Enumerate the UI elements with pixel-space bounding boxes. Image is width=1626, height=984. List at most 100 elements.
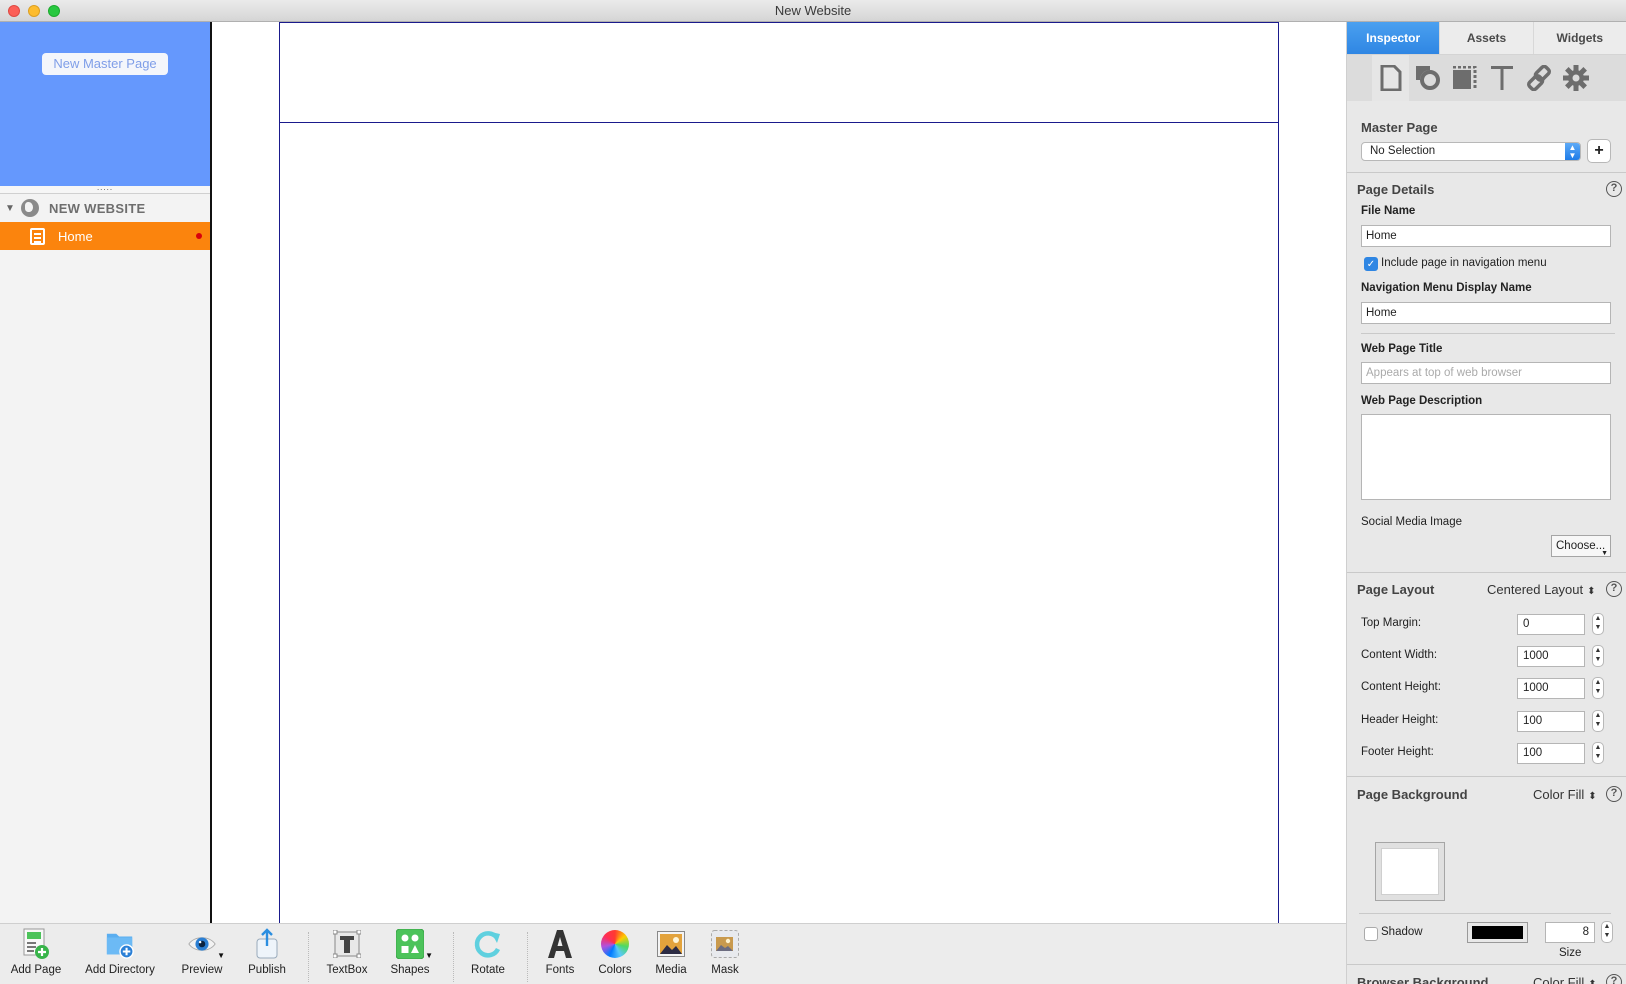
tab-widgets[interactable]: Widgets bbox=[1534, 22, 1626, 54]
sidebar-splitter-handle[interactable]: ..... bbox=[0, 184, 210, 194]
add-directory-icon bbox=[105, 928, 135, 960]
content-width-label: Content Width: bbox=[1361, 649, 1438, 661]
top-margin-input[interactable]: 0 bbox=[1517, 614, 1585, 635]
shadow-color-swatch bbox=[1472, 926, 1523, 939]
rotate-label: Rotate bbox=[471, 964, 505, 976]
add-page-button[interactable]: Add Page bbox=[0, 928, 81, 976]
site-sidebar: New Master Page ..... ▼ NEW WEBSITE Home bbox=[0, 22, 212, 923]
footer-height-label: Footer Height: bbox=[1361, 746, 1434, 758]
inspector-panel: Inspector Assets Widgets Master Page No … bbox=[1346, 22, 1626, 984]
page-background-mode-select[interactable]: Color Fill ⬍ bbox=[1533, 787, 1597, 802]
page-icon bbox=[30, 227, 45, 245]
mask-button[interactable]: Mask bbox=[680, 928, 770, 976]
master-page-select[interactable]: No Selection ▲ ▼ bbox=[1361, 142, 1581, 161]
gear-icon bbox=[1562, 65, 1589, 91]
updown-arrows-icon: ▲ ▼ bbox=[1565, 143, 1580, 160]
content-height-input[interactable]: 1000 bbox=[1517, 678, 1585, 699]
footer-height-stepper[interactable]: ▲ ▼ bbox=[1592, 742, 1604, 764]
page-canvas[interactable] bbox=[212, 22, 1346, 942]
page-icon bbox=[1380, 65, 1401, 91]
divider bbox=[1359, 913, 1611, 914]
header-boundary-line[interactable] bbox=[280, 122, 1278, 123]
browser-background-help-icon[interactable]: ? bbox=[1606, 974, 1622, 984]
page-background-help-icon[interactable]: ? bbox=[1606, 786, 1622, 802]
top-margin-label: Top Margin: bbox=[1361, 617, 1422, 629]
subtab-layout[interactable] bbox=[1446, 55, 1483, 101]
content-width-stepper[interactable]: ▲ ▼ bbox=[1592, 645, 1604, 667]
link-icon bbox=[1526, 65, 1551, 91]
sidebar-page-home[interactable]: Home bbox=[0, 222, 210, 250]
web-title-input[interactable] bbox=[1361, 362, 1611, 384]
add-master-page-button[interactable]: + bbox=[1587, 139, 1611, 163]
tab-assets[interactable]: Assets bbox=[1440, 22, 1534, 54]
file-name-label: File Name bbox=[1361, 205, 1416, 217]
content-height-stepper[interactable]: ▲ ▼ bbox=[1592, 677, 1604, 699]
header-height-label: Header Height: bbox=[1361, 714, 1439, 726]
updown-arrows-icon: ⬍ bbox=[1588, 979, 1596, 984]
include-nav-checkbox[interactable]: ✓ bbox=[1364, 257, 1378, 271]
site-tree-root[interactable]: ▼ NEW WEBSITE bbox=[0, 194, 210, 222]
shadow-label: Shadow bbox=[1381, 926, 1423, 938]
inspector-subtabs bbox=[1347, 55, 1626, 101]
unsaved-indicator-icon bbox=[196, 233, 202, 239]
page-layout-title: Page Layout bbox=[1357, 582, 1435, 597]
header-height-input[interactable]: 100 bbox=[1517, 711, 1585, 732]
nav-name-label: Navigation Menu Display Name bbox=[1361, 282, 1532, 294]
eye-icon: ▼ bbox=[187, 928, 225, 960]
browser-background-mode-select[interactable]: Color Fill⬍ bbox=[1533, 975, 1597, 984]
publish-button[interactable]: Publish bbox=[222, 928, 312, 976]
shapes-button[interactable]: ▼ Shapes bbox=[365, 928, 455, 976]
textbox-icon bbox=[332, 928, 362, 960]
bottom-toolbar: Add Page Add Directory ▼ Preview Publish… bbox=[0, 923, 1346, 984]
text-icon bbox=[1490, 66, 1513, 90]
content-width-input[interactable]: 1000 bbox=[1517, 646, 1585, 667]
web-desc-label: Web Page Description bbox=[1361, 395, 1483, 407]
shape-icon bbox=[1415, 66, 1440, 90]
publish-label: Publish bbox=[248, 964, 286, 976]
header-height-stepper[interactable]: ▲ ▼ bbox=[1592, 710, 1604, 732]
nav-name-input[interactable] bbox=[1361, 302, 1611, 324]
fill-swatch bbox=[1381, 848, 1439, 895]
rotate-icon bbox=[473, 928, 503, 960]
footer-height-input[interactable]: 100 bbox=[1517, 743, 1585, 764]
shadow-checkbox[interactable] bbox=[1364, 927, 1378, 941]
globe-icon bbox=[21, 199, 39, 217]
shapes-icon: ▼ bbox=[395, 928, 433, 960]
add-directory-label: Add Directory bbox=[85, 964, 155, 976]
choose-social-image-button[interactable]: Choose... ▼ bbox=[1551, 535, 1611, 557]
subtab-text[interactable] bbox=[1483, 55, 1520, 101]
page-label: Home bbox=[58, 228, 93, 244]
web-title-label: Web Page Title bbox=[1361, 343, 1443, 355]
page-content-frame[interactable] bbox=[279, 22, 1279, 942]
layout-icon bbox=[1452, 66, 1476, 89]
window-title: New Website bbox=[774, 3, 852, 18]
shadow-color-well[interactable] bbox=[1467, 922, 1528, 943]
file-name-input[interactable] bbox=[1361, 225, 1611, 247]
page-layout-help-icon[interactable]: ? bbox=[1606, 581, 1622, 597]
shadow-size-input[interactable]: 8 bbox=[1545, 922, 1595, 943]
subtab-settings[interactable] bbox=[1557, 55, 1594, 101]
shadow-size-stepper[interactable]: ▲ ▼ bbox=[1601, 921, 1613, 943]
add-page-icon bbox=[21, 928, 51, 960]
page-background-title: Page Background bbox=[1357, 787, 1468, 802]
shapes-label: Shapes bbox=[390, 964, 430, 976]
preview-label: Preview bbox=[181, 964, 223, 976]
shapes-menu-caret-icon[interactable]: ▼ bbox=[425, 951, 433, 960]
page-background-mode-value: Color Fill bbox=[1533, 787, 1585, 802]
site-name: NEW WEBSITE bbox=[49, 200, 146, 216]
subtab-shape[interactable] bbox=[1409, 55, 1446, 101]
page-details-help-icon[interactable]: ? bbox=[1606, 181, 1622, 197]
new-master-page-button[interactable]: New Master Page bbox=[42, 53, 168, 75]
add-directory-button[interactable]: Add Directory bbox=[75, 928, 165, 976]
mask-icon bbox=[710, 928, 740, 960]
subtab-link[interactable] bbox=[1520, 55, 1557, 101]
disclosure-triangle-icon[interactable]: ▼ bbox=[5, 203, 17, 214]
page-background-color-well[interactable] bbox=[1375, 842, 1445, 901]
page-layout-mode-select[interactable]: Centered Layout ⬍ bbox=[1487, 582, 1596, 597]
social-image-label: Social Media Image bbox=[1361, 516, 1462, 528]
web-desc-textarea[interactable] bbox=[1361, 414, 1611, 500]
tab-inspector[interactable]: Inspector bbox=[1347, 22, 1441, 54]
top-margin-stepper[interactable]: ▲ ▼ bbox=[1592, 613, 1604, 635]
page-layout-mode-value: Centered Layout bbox=[1487, 582, 1584, 597]
subtab-page[interactable] bbox=[1372, 55, 1409, 101]
